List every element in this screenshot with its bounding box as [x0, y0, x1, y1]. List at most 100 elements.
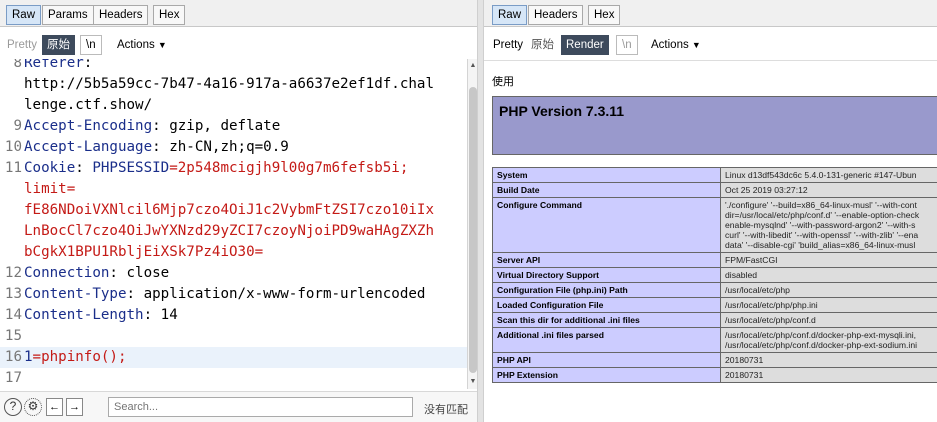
- phpinfo-key: PHP Extension: [492, 367, 721, 383]
- line-content: Content-Length: 14: [24, 305, 178, 326]
- header-value: : zh-CN,zh;q=0.9: [152, 139, 289, 155]
- editor-line[interactable]: lenge.ctf.show/: [0, 95, 467, 116]
- line-content: 1=phpinfo();: [24, 347, 127, 368]
- phpinfo-value-line: /usr/local/etc/php/php.ini: [725, 300, 818, 310]
- phpinfo-value-line: /usr/local/etc/php/conf.d/docker-php-ext…: [725, 340, 918, 350]
- response-pretty-button[interactable]: Pretty: [488, 35, 528, 55]
- phpinfo-header: PHP Version 7.3.11: [492, 96, 937, 155]
- phpinfo-row: Virtual Directory Support disabled: [492, 267, 937, 283]
- body-param-name: 1: [24, 349, 33, 365]
- pretty-button[interactable]: Pretty: [2, 35, 42, 55]
- editor-line[interactable]: 11 Cookie: PHPSESSID=2p548mcigjh9l00g7m6f…: [0, 158, 467, 179]
- line-content: fE86NDoiVXNlcil6Mjp7czo4OiJ1c2VybmFtZSI7…: [24, 200, 434, 221]
- editor-line[interactable]: http://5b5a59cc-7b47-4a16-917a-a6637e2ef…: [0, 74, 467, 95]
- search-previous-button[interactable]: ←: [46, 398, 63, 416]
- line-content: http://5b5a59cc-7b47-4a16-917a-a6637e2ef…: [24, 74, 434, 95]
- line-number: 8: [13, 59, 22, 71]
- request-tab-headers[interactable]: Headers: [93, 5, 149, 25]
- php-version-title: PHP Version 7.3.11: [499, 103, 625, 119]
- raw-view-button[interactable]: 原始: [42, 35, 75, 55]
- phpinfo-row: PHP Extension 20180731: [492, 367, 937, 383]
- phpinfo-row: Loaded Configuration File/usr/local/etc/…: [492, 297, 937, 313]
- line-number: 15: [4, 328, 22, 344]
- request-scrollbar[interactable]: ▲ ▼: [467, 59, 477, 389]
- response-tab-raw[interactable]: Raw: [492, 5, 528, 25]
- header-value: : application/x-www-form-urlencoded: [126, 286, 426, 302]
- response-toolbar: Pretty 原始 Render \n Actions ▼: [484, 31, 937, 59]
- phpinfo-row: System Linux d13df543dc6c 5.4.0-131-gener…: [492, 167, 937, 183]
- editor-line[interactable]: 16 1=phpinfo();: [0, 347, 467, 368]
- line-content: Connection: close: [24, 263, 169, 284]
- header-value: : close: [109, 265, 170, 281]
- header-value: : gzip, deflate: [152, 118, 281, 134]
- response-actions-menu-button[interactable]: Actions ▼: [646, 35, 706, 55]
- line-content: LnBocCl7czo4OiJwYXNzd29yZCI7czoyNjoiPD9w…: [24, 221, 434, 242]
- search-input[interactable]: [108, 397, 413, 417]
- phpinfo-row: Server API FPM/FastCGI: [492, 252, 937, 268]
- pane-divider[interactable]: [477, 0, 484, 422]
- header-name: Cookie: [24, 160, 76, 176]
- phpinfo-value: /usr/local/etc/php/php.ini: [720, 297, 937, 313]
- phpinfo-value-line: enable-mysqlnd' '--with-password-argon2'…: [725, 220, 916, 230]
- editor-line[interactable]: 13 Content-Type: application/x-www-form-u…: [0, 284, 467, 305]
- line-content: Cookie: PHPSESSID=2p548mcigjh9l00g7m6fef…: [24, 158, 408, 179]
- request-tab-bar: Raw Params Headers Hex: [0, 0, 477, 27]
- phpinfo-row: Configuration File (php.ini) Path/usr/lo…: [492, 282, 937, 298]
- line-number: 9: [13, 118, 22, 134]
- editor-line[interactable]: 14 Content-Length: 14: [0, 305, 467, 326]
- editor-line[interactable]: bCgkX1BPU1RbljEiXSk7Pz4iO30=: [0, 242, 467, 263]
- line-number: 14: [4, 307, 22, 323]
- request-tab-raw[interactable]: Raw: [6, 5, 42, 25]
- editor-line[interactable]: 17: [0, 368, 467, 389]
- editor-line[interactable]: 12 Connection: close: [0, 263, 467, 284]
- editor-line[interactable]: LnBocCl7czo4OiJwYXNzd29yZCI7czoyNjoiPD9w…: [0, 221, 467, 242]
- editor-line[interactable]: 9 Accept-Encoding: gzip, deflate: [0, 116, 467, 137]
- response-tab-hex[interactable]: Hex: [588, 5, 621, 25]
- response-actions-label: Actions: [651, 39, 689, 51]
- actions-menu-button[interactable]: Actions ▼: [112, 35, 172, 55]
- cookie-value: bCgkX1BPU1RbljEiXSk7Pz4iO30=: [24, 244, 264, 260]
- phpinfo-row: Additional .ini files parsed/usr/local/e…: [492, 327, 937, 353]
- scrollbar-thumb[interactable]: [469, 87, 477, 373]
- phpinfo-value-line: data' '--disable-cgi' 'build_alias=x86_6…: [725, 240, 916, 250]
- header-name: Connection: [24, 265, 110, 281]
- response-raw-button[interactable]: 原始: [526, 35, 559, 55]
- request-tab-params[interactable]: Params: [42, 5, 94, 25]
- editor-line[interactable]: 10 Accept-Language: zh-CN,zh;q=0.9: [0, 137, 467, 158]
- response-newline-button[interactable]: \n: [616, 35, 638, 55]
- editor-line[interactable]: limit=: [0, 179, 467, 200]
- editor-line[interactable]: 15: [0, 326, 467, 347]
- phpinfo-value-line: 20180731: [725, 355, 764, 365]
- phpinfo-table: System Linux d13df543dc6c 5.4.0-131-gener…: [492, 167, 937, 383]
- help-icon[interactable]: ?: [4, 398, 22, 416]
- actions-label: Actions: [117, 39, 155, 51]
- phpinfo-key: Configuration File (php.ini) Path: [492, 282, 721, 298]
- cookie-value: limit=: [24, 181, 76, 197]
- request-editor[interactable]: 8 Referer: http://5b5a59cc-7b47-4a16-917a-…: [0, 59, 477, 389]
- phpinfo-key: Server API: [492, 252, 721, 268]
- phpinfo-value-line: /usr/local/etc/php/conf.d/docker-php-ext…: [725, 330, 917, 340]
- response-tab-headers[interactable]: Headers: [528, 5, 584, 25]
- search-next-button[interactable]: →: [66, 398, 83, 416]
- request-tab-hex[interactable]: Hex: [153, 5, 186, 25]
- phpinfo-value-line: './configure' '--build=x86_64-linux-musl…: [725, 200, 917, 210]
- header-value: :: [83, 59, 93, 71]
- line-content: limit=: [24, 179, 75, 200]
- phpinfo-key: System: [492, 167, 721, 183]
- cookie-name: PHPSESSID: [92, 160, 170, 176]
- line-number: 16: [4, 349, 22, 365]
- line-content: Referer:: [24, 59, 92, 74]
- phpinfo-value: /usr/local/etc/php/conf.d/docker-php-ext…: [720, 327, 937, 353]
- phpinfo-value-line: dir=/usr/local/etc/php/conf.d' '--enable…: [725, 210, 920, 220]
- phpinfo-key: Configure Command: [492, 197, 721, 253]
- editor-line[interactable]: 8 Referer:: [0, 59, 467, 74]
- newline-toggle-button[interactable]: \n: [80, 35, 102, 55]
- settings-gear-icon[interactable]: ⚙: [24, 398, 42, 416]
- phpinfo-value-line: Linux d13df543dc6c 5.4.0-131-generic #14…: [725, 170, 917, 180]
- phpinfo-value-line: 20180731: [725, 370, 764, 380]
- editor-line[interactable]: fE86NDoiVXNlcil6Mjp7czo4OiJ1c2VybmFtZSI7…: [0, 200, 467, 221]
- phpinfo-key: Build Date: [492, 182, 721, 198]
- render-button[interactable]: Render: [561, 35, 609, 55]
- phpinfo-row: Build Date Oct 25 2019 03:27:12: [492, 182, 937, 198]
- phpinfo-value-line: Oct 25 2019 03:27:12: [725, 185, 808, 195]
